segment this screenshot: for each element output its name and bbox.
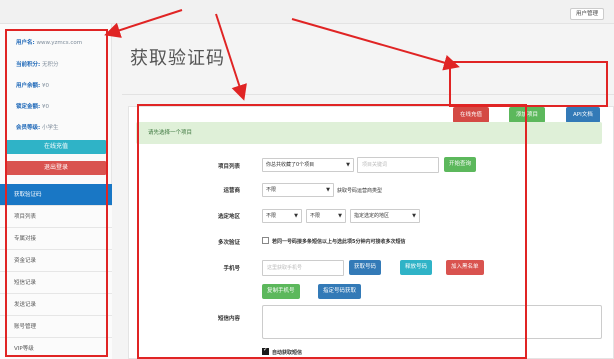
page-title: 获取验证码: [130, 48, 225, 69]
page: 用户管理 用户名: www.yzmcs.com 当前积分: 无积分 用户余额: …: [0, 0, 614, 359]
user-manage-button[interactable]: 用户管理: [569, 8, 604, 20]
top-bar: 用户管理: [0, 0, 614, 24]
api-docs-button[interactable]: API文档: [566, 107, 600, 123]
annotation-box-sidebar: [5, 29, 108, 357]
annotation-box-header-buttons: [449, 61, 608, 107]
annotation-box-form: [137, 104, 527, 359]
